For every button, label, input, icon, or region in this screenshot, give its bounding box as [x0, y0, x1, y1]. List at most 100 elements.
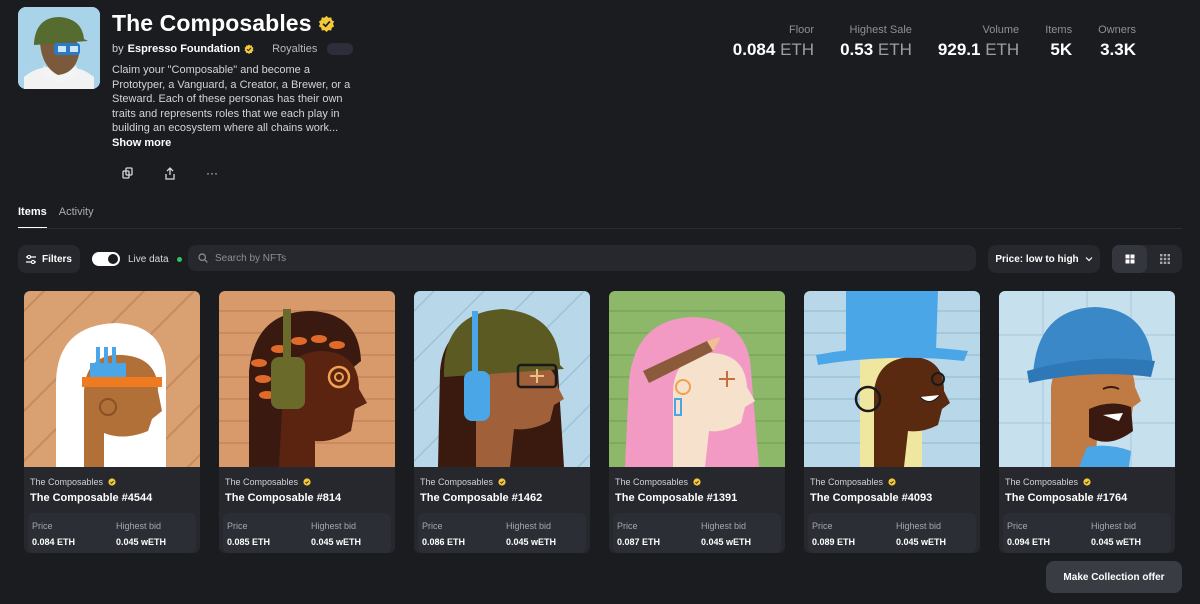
- byline: by Espresso Foundation Royalties: [112, 43, 354, 55]
- stat-value: 0.084: [732, 40, 776, 59]
- stat-owners: Owners 3.3K: [1098, 24, 1136, 60]
- highest-bid-value: 0.045 wETH: [701, 537, 752, 547]
- grid-large-icon: [1125, 254, 1134, 264]
- price-value: 0.084 ETH: [32, 537, 76, 547]
- verified-badge-icon: [108, 478, 116, 486]
- price-label: Price: [227, 521, 248, 531]
- nft-card[interactable]: The Composables The Composable #1391 Pri…: [609, 291, 785, 553]
- highest-bid-value: 0.045 wETH: [1091, 537, 1142, 547]
- stat-label: Volume: [982, 24, 1020, 36]
- creator-link[interactable]: Espresso Foundation: [128, 43, 240, 55]
- view-toggle: [1112, 245, 1182, 273]
- share-icon: [165, 166, 175, 180]
- stat-value: 929.1: [937, 40, 981, 59]
- nft-price-box: Price Highest bid 0.087 ETH 0.045 wETH: [613, 513, 781, 553]
- large-grid-view-button[interactable]: [1112, 245, 1147, 273]
- stat-label: Owners: [1098, 24, 1136, 36]
- nft-card[interactable]: The Composables The Composable #814 Pric…: [219, 291, 395, 553]
- nft-name[interactable]: The Composable #1391: [615, 492, 737, 504]
- nft-collection-name: The Composables: [30, 477, 104, 487]
- price-value: 0.086 ETH: [422, 537, 466, 547]
- filters-button[interactable]: Filters: [18, 245, 80, 273]
- nft-price-box: Price Highest bid 0.086 ETH 0.045 wETH: [418, 513, 586, 553]
- stat-floor: Floor 0.084 ETH: [733, 24, 814, 60]
- price-label: Price: [617, 521, 638, 531]
- items-toolbar: Filters Live data Price: low to high: [18, 245, 1182, 273]
- tab-items[interactable]: Items: [18, 206, 47, 229]
- nft-price-box: Price Highest bid 0.085 ETH 0.045 wETH: [223, 513, 391, 553]
- live-data-toggle[interactable]: [92, 252, 120, 266]
- highest-bid-value: 0.045 wETH: [896, 537, 947, 547]
- stat-unit: ETH: [780, 40, 815, 59]
- nft-name[interactable]: The Composable #1462: [420, 492, 542, 504]
- nft-card[interactable]: The Composables The Composable #1764 Pri…: [999, 291, 1175, 553]
- live-data-label: Live data: [128, 253, 169, 265]
- nft-name[interactable]: The Composable #4544: [30, 492, 152, 504]
- search-icon: [198, 253, 208, 263]
- highest-bid-label: Highest bid: [116, 521, 162, 531]
- copy-button[interactable]: [118, 164, 138, 182]
- live-data-control: Live data: [92, 245, 182, 273]
- nft-image: [609, 291, 785, 467]
- price-label: Price: [422, 521, 443, 531]
- highest-bid-label: Highest bid: [1091, 521, 1137, 531]
- live-status-dot: [176, 256, 182, 262]
- highest-bid-value: 0.045 wETH: [506, 537, 557, 547]
- tab-divider: [18, 228, 1182, 229]
- stat-label: Items: [1045, 24, 1073, 36]
- collection-header: The Composables: [112, 10, 335, 37]
- highest-bid-value: 0.045 wETH: [116, 537, 167, 547]
- search-bar: [188, 245, 976, 271]
- collection-title: The Composables: [112, 10, 312, 36]
- nft-image: [804, 291, 980, 467]
- nft-image: [414, 291, 590, 467]
- price-value: 0.087 ETH: [617, 537, 661, 547]
- more-options-button[interactable]: ···: [202, 164, 222, 182]
- highest-bid-label: Highest bid: [311, 521, 357, 531]
- collection-avatar: [18, 7, 100, 89]
- nft-price-box: Price Highest bid 0.094 ETH 0.045 wETH: [1003, 513, 1171, 553]
- share-button[interactable]: [160, 164, 180, 182]
- nft-collection-name: The Composables: [1005, 477, 1079, 487]
- highest-bid-label: Highest bid: [896, 521, 942, 531]
- verified-badge-icon: [498, 478, 506, 486]
- highest-bid-label: Highest bid: [506, 521, 552, 531]
- price-value: 0.085 ETH: [227, 537, 271, 547]
- nft-name[interactable]: The Composable #4093: [810, 492, 932, 504]
- grid-small-icon: [1159, 254, 1170, 264]
- stat-highest-sale: Highest Sale 0.53 ETH: [840, 24, 912, 60]
- royalties-badge: [327, 43, 354, 55]
- nft-image: [219, 291, 395, 467]
- stat-items: Items 5K: [1045, 24, 1072, 60]
- nft-card[interactable]: The Composables The Composable #1462 Pri…: [414, 291, 590, 553]
- make-collection-offer-button[interactable]: Make Collection offer: [1046, 561, 1182, 593]
- filters-label: Filters: [41, 253, 72, 265]
- items-grid: The Composables The Composable #4544 Pri…: [24, 291, 1175, 553]
- price-value: 0.094 ETH: [1007, 537, 1051, 547]
- stat-label: Highest Sale: [849, 24, 912, 36]
- royalties-label: Royalties: [272, 43, 318, 55]
- small-grid-view-button[interactable]: [1147, 245, 1182, 273]
- collection-description: Claim your "Composable" and become a Pro…: [112, 64, 351, 135]
- nft-card[interactable]: The Composables The Composable #4544 Pri…: [24, 291, 200, 553]
- price-value: 0.089 ETH: [812, 537, 856, 547]
- highest-bid-value: 0.045 wETH: [311, 537, 362, 547]
- nft-collection-name: The Composables: [420, 477, 494, 487]
- collection-actions: ···: [118, 164, 222, 182]
- verified-badge-icon: [318, 15, 334, 32]
- sort-dropdown[interactable]: Price: low to high: [988, 245, 1100, 273]
- stat-label: Floor: [789, 24, 815, 36]
- nft-collection-name: The Composables: [615, 477, 689, 487]
- sort-label: Price: low to high: [995, 253, 1079, 265]
- nft-name[interactable]: The Composable #1764: [1005, 492, 1127, 504]
- chevron-down-icon: [1085, 257, 1093, 262]
- nft-image: [999, 291, 1175, 467]
- search-input[interactable]: [215, 252, 515, 264]
- nft-name[interactable]: The Composable #814: [225, 492, 341, 504]
- show-more-link[interactable]: Show more: [112, 137, 171, 149]
- tab-activity[interactable]: Activity: [59, 206, 94, 229]
- nft-card[interactable]: The Composables The Composable #4093 Pri…: [804, 291, 980, 553]
- more-icon: ···: [206, 166, 218, 180]
- filter-icon: [25, 254, 36, 264]
- verified-badge-icon: [888, 478, 896, 486]
